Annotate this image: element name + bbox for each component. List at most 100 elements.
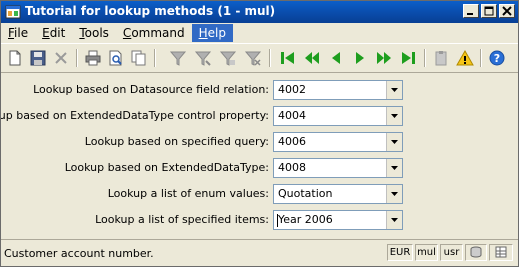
items-lookup-combo[interactable]: Year 2006 (273, 210, 403, 230)
menu-edit-label: dit (49, 25, 66, 40)
filter-icon (169, 51, 187, 66)
database-status[interactable] (465, 244, 487, 261)
next-page-icon (377, 52, 391, 64)
menu-command[interactable]: Command (116, 24, 192, 42)
dropdown-button[interactable] (386, 107, 402, 125)
copy-button[interactable] (130, 49, 148, 67)
filter-by-selection-button[interactable] (169, 49, 187, 67)
dropdown-button[interactable] (386, 185, 402, 203)
menu-edit[interactable]: Edit (35, 24, 72, 42)
previous-record-button[interactable] (327, 49, 345, 67)
next-record-button[interactable] (351, 49, 369, 67)
maximize-button[interactable] (481, 4, 497, 18)
next-record-icon (356, 52, 364, 64)
remove-filter-button[interactable] (244, 49, 262, 67)
status-help-text: Customer account number. (4, 247, 154, 260)
menu-file[interactable]: File (1, 24, 35, 42)
save-button[interactable] (29, 49, 47, 67)
toolbar-separator (154, 49, 156, 67)
print-button[interactable] (84, 49, 102, 67)
combo-value[interactable]: Quotation (278, 187, 332, 200)
menu-edit-accel: E (42, 25, 50, 40)
advanced-filter-button[interactable] (194, 49, 212, 67)
chevron-down-icon (391, 140, 398, 144)
menu-command-label: ommand (131, 25, 185, 40)
toolbar-separator (480, 49, 482, 67)
help-icon: ? (489, 50, 505, 66)
toolbar-separator (76, 49, 78, 67)
menu-tools[interactable]: Tools (72, 24, 116, 42)
query-lookup-combo[interactable]: 4006 (273, 132, 403, 152)
form-row: Lookup based on Datasource field relatio… (1, 80, 518, 100)
form-row: Lookup based on specified query: 4006 (1, 132, 518, 152)
grid-icon (495, 246, 507, 258)
edt-control-lookup-combo[interactable]: 4004 (273, 106, 403, 126)
combo-value[interactable]: Year 2006 (278, 213, 333, 226)
dropdown-button[interactable] (386, 133, 402, 151)
application-window: Tutorial for lookup methods (1 - mul) Fi… (0, 0, 519, 267)
window-title: Tutorial for lookup methods (1 - mul) (25, 4, 276, 18)
previous-page-icon (305, 52, 319, 64)
toolbar: ? (1, 43, 518, 73)
dropdown-button[interactable] (386, 211, 402, 229)
menu-file-label: ile (14, 25, 29, 40)
new-record-button[interactable] (6, 49, 24, 67)
copy-icon (131, 50, 146, 66)
currency-indicator[interactable]: EUR (387, 244, 413, 261)
document-handling-button[interactable] (432, 49, 450, 67)
title-bar[interactable]: Tutorial for lookup methods (1 - mul) (1, 1, 518, 23)
last-record-icon (402, 52, 415, 64)
combo-value[interactable]: 4008 (278, 161, 306, 174)
combo-value[interactable]: 4004 (278, 109, 306, 122)
form-panel: Lookup based on Datasource field relatio… (1, 74, 518, 239)
datasource-lookup-combo[interactable]: 4002 (273, 80, 403, 100)
chevron-down-icon (391, 192, 398, 196)
first-record-button[interactable] (279, 49, 297, 67)
warning-icon (456, 49, 474, 66)
layer-indicator[interactable]: usr (440, 244, 463, 261)
company-indicator[interactable]: mul (415, 244, 438, 261)
form-row: Lookup a list of specified items: Year 2… (1, 210, 518, 230)
menu-help[interactable]: Help (191, 23, 233, 42)
last-record-button[interactable] (399, 49, 417, 67)
status-bar: Customer account number. EUR mul usr (1, 239, 518, 266)
menu-help-label: elp (207, 25, 226, 40)
previous-page-button[interactable] (303, 49, 321, 67)
remove-filter-icon (244, 51, 262, 66)
view-status[interactable] (489, 244, 513, 261)
form-row: Lookup based on ExtendedDataType: 4008 (1, 158, 518, 178)
form-row: Lookup based on ExtendedDataType control… (1, 106, 518, 126)
query-lookup-label: Lookup based on specified query: (84, 135, 269, 148)
edt-control-lookup-label: Lookup based on ExtendedDataType control… (0, 109, 269, 122)
enum-lookup-combo[interactable]: Quotation (273, 184, 403, 204)
minimize-button[interactable] (463, 4, 479, 18)
dropdown-button[interactable] (386, 81, 402, 99)
alert-button[interactable] (456, 49, 474, 67)
chevron-down-icon (391, 114, 398, 118)
next-page-button[interactable] (375, 49, 393, 67)
minimize-icon (467, 13, 473, 15)
combo-value[interactable]: 4002 (278, 83, 306, 96)
close-button[interactable] (499, 4, 515, 18)
dropdown-button[interactable] (386, 159, 402, 177)
print-preview-icon (109, 50, 122, 66)
enum-lookup-label: Lookup a list of enum values: (107, 187, 269, 200)
edt-lookup-combo[interactable]: 4008 (273, 158, 403, 178)
clipboard-icon (435, 51, 447, 66)
datasource-lookup-label: Lookup based on Datasource field relatio… (33, 83, 269, 96)
app-icon (5, 4, 21, 20)
maximize-icon (484, 6, 494, 16)
print-preview-button[interactable] (107, 49, 125, 67)
delete-button[interactable] (52, 49, 70, 67)
toolbar-separator (269, 49, 271, 67)
previous-record-icon (332, 52, 340, 64)
help-button[interactable]: ? (488, 49, 506, 67)
chevron-down-icon (391, 218, 398, 222)
save-icon (30, 50, 46, 66)
new-document-icon (9, 50, 21, 66)
close-icon (502, 6, 512, 16)
filter-by-field-button[interactable] (219, 49, 237, 67)
combo-value[interactable]: 4006 (278, 135, 306, 148)
form-row: Lookup a list of enum values: Quotation (1, 184, 518, 204)
chevron-down-icon (391, 166, 398, 170)
